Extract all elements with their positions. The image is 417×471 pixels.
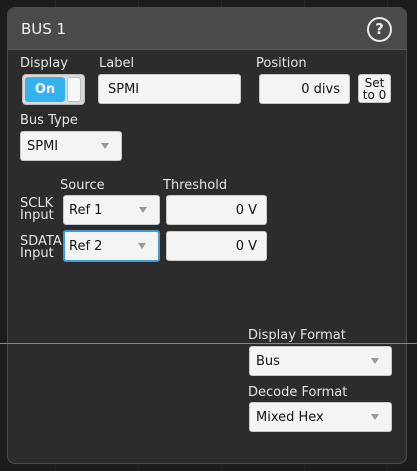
display-format-value: Bus (256, 354, 280, 369)
sclk-threshold-value: 0 V (235, 203, 257, 218)
chevron-down-icon (139, 207, 147, 213)
panel-titlebar: BUS 1 ? (8, 8, 406, 50)
panel-title: BUS 1 (21, 20, 67, 38)
decode-format-value: Mixed Hex (256, 410, 324, 425)
bus-type-dropdown[interactable]: SPMI (20, 131, 122, 161)
sclk-threshold-input[interactable]: 0 V (166, 195, 267, 225)
sdata-threshold-value: 0 V (235, 239, 257, 254)
set-button-line2: to 0 (362, 88, 387, 102)
source-column-header: Source (60, 178, 105, 193)
sdata-threshold-input[interactable]: 0 V (166, 231, 267, 261)
display-toggle[interactable]: On (22, 74, 85, 105)
toggle-knob (67, 77, 81, 102)
position-value: 0 divs (301, 82, 340, 97)
position-input[interactable]: 0 divs (259, 74, 350, 104)
chevron-down-icon (371, 414, 379, 420)
sdata-input-label: SDATA Input (20, 235, 62, 261)
sdata-source-value: Ref 2 (69, 239, 103, 254)
sclk-label-line2: Input (20, 208, 54, 223)
display-format-label: Display Format (248, 328, 346, 343)
sclk-source-value: Ref 1 (69, 203, 103, 218)
chevron-down-icon (371, 358, 379, 364)
threshold-column-header: Threshold (163, 178, 228, 193)
sclk-source-dropdown[interactable]: Ref 1 (63, 195, 160, 225)
cursor-line (0, 343, 417, 344)
decode-format-label: Decode Format (248, 385, 348, 400)
position-label: Position (256, 56, 307, 71)
sdata-label-line2: Input (20, 246, 54, 261)
label-input[interactable]: SPMI (98, 74, 241, 104)
bus-type-value: SPMI (27, 139, 59, 154)
label-field-label: Label (99, 56, 135, 71)
bus-config-panel: BUS 1 ? Display On Label SPMI Position 0… (7, 7, 407, 464)
display-format-dropdown[interactable]: Bus (249, 346, 392, 376)
label-input-value: SPMI (108, 82, 140, 97)
bus-type-label: Bus Type (20, 113, 78, 128)
set-to-zero-button[interactable]: Set to 0 (358, 74, 391, 103)
display-toggle-on[interactable]: On (25, 77, 65, 102)
help-icon[interactable]: ? (367, 17, 392, 42)
sclk-input-label: SCLK Input (20, 197, 54, 223)
chevron-down-icon (101, 143, 109, 149)
sdata-source-dropdown[interactable]: Ref 2 (63, 230, 160, 262)
display-label: Display (20, 56, 68, 71)
chevron-down-icon (138, 243, 146, 249)
decode-format-dropdown[interactable]: Mixed Hex (249, 402, 392, 432)
